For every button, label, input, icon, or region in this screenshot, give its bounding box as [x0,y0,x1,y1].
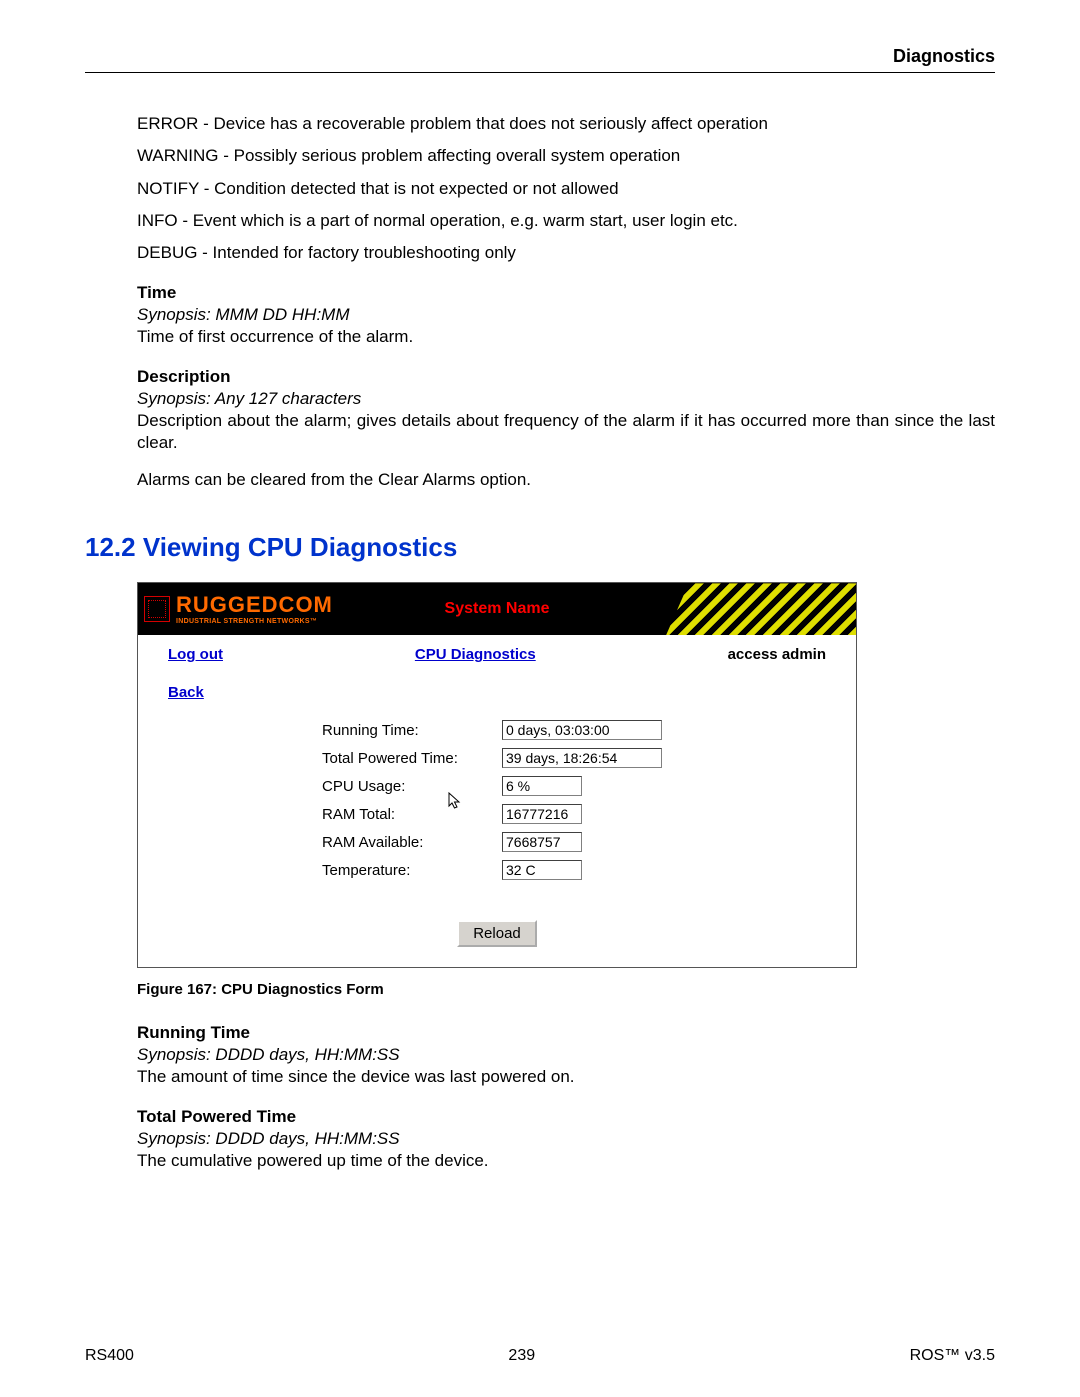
section-heading-cpu-diag: 12.2 Viewing CPU Diagnostics [85,531,995,565]
ram-available-field[interactable] [502,832,582,852]
description-desc: Description about the alarm; gives detai… [137,410,995,454]
ram-total-label: RAM Total: [322,805,502,825]
running-time-label: Running Time: [322,721,502,741]
severity-notify: NOTIFY - Condition detected that is not … [137,178,995,200]
severity-warning: WARNING - Possibly serious problem affec… [137,145,995,167]
severity-info: INFO - Event which is a part of normal o… [137,210,995,232]
total-powered-time-field[interactable] [502,748,662,768]
page-title-link[interactable]: CPU Diagnostics [223,645,728,665]
clear-note: Alarms can be cleared from the Clear Ala… [137,469,995,491]
back-link[interactable]: Back [168,684,204,701]
severity-error: ERROR - Device has a recoverable problem… [137,113,995,135]
ram-total-field[interactable] [502,804,582,824]
footer-right: ROS™ v3.5 [910,1346,995,1367]
access-level-label: access admin [728,645,826,665]
total-powered-time-label: Total Powered Time: [322,749,502,769]
footer-left: RS400 [85,1346,134,1367]
total-powered-title: Total Powered Time [137,1106,995,1128]
ram-available-label: RAM Available: [322,833,502,853]
temperature-label: Temperature: [322,861,502,881]
description-synopsis: Synopsis: Any 127 characters [137,388,995,410]
logout-link[interactable]: Log out [168,645,223,665]
chapter-heading: Diagnostics [85,45,995,73]
time-title: Time [137,282,995,304]
total-powered-desc: The cumulative powered up time of the de… [137,1150,995,1172]
running-time-field[interactable] [502,720,662,740]
temperature-field[interactable] [502,860,582,880]
running-time-desc: The amount of time since the device was … [137,1066,995,1088]
total-powered-synopsis: Synopsis: DDDD days, HH:MM:SS [137,1128,995,1150]
hazard-stripe-icon [666,583,856,635]
cpu-usage-label: CPU Usage: [322,777,502,797]
running-time-title: Running Time [137,1022,995,1044]
description-title: Description [137,366,995,388]
cpu-usage-field[interactable] [502,776,582,796]
time-synopsis: Synopsis: MMM DD HH:MM [137,304,995,326]
cpu-diagnostics-panel: RUGGEDCOM INDUSTRIAL STRENGTH NETWORKS™ … [137,582,857,968]
ui-header-bar: RUGGEDCOM INDUSTRIAL STRENGTH NETWORKS™ … [138,583,856,635]
time-desc: Time of first occurrence of the alarm. [137,326,995,348]
running-time-synopsis: Synopsis: DDDD days, HH:MM:SS [137,1044,995,1066]
footer-center: 239 [508,1346,535,1367]
figure-caption: Figure 167: CPU Diagnostics Form [137,980,995,1000]
reload-button[interactable]: Reload [457,920,537,947]
severity-debug: DEBUG - Intended for factory troubleshoo… [137,242,995,264]
diagnostics-form: Running Time: Total Powered Time: CPU Us… [138,720,856,905]
